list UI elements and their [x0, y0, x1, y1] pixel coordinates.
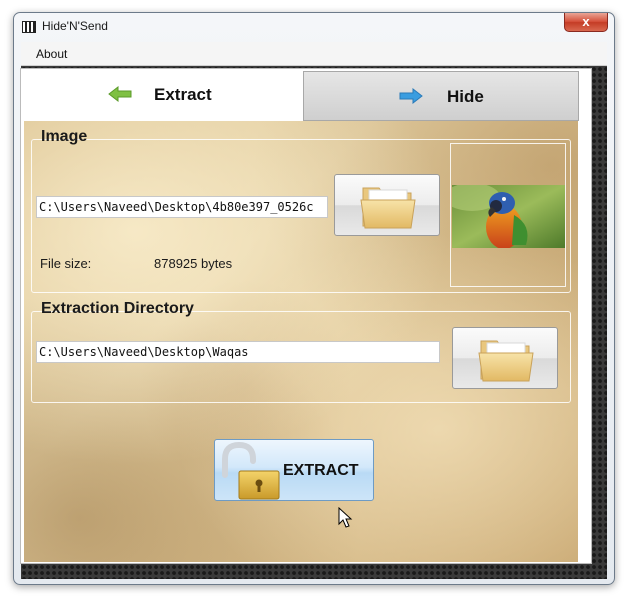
close-icon: x	[582, 14, 590, 29]
title-bar[interactable]: Hide'N'Send x	[14, 13, 614, 41]
folder-icon	[478, 340, 534, 382]
browse-directory-button[interactable]	[452, 327, 558, 389]
extraction-path-field[interactable]: C:\Users\Naveed\Desktop\Waqas	[36, 341, 440, 363]
image-preview	[450, 143, 566, 287]
padlock-open-icon	[222, 441, 280, 500]
image-group: Image C:\Users\Naveed\Desktop\4b80e397_0…	[31, 128, 571, 293]
extraction-directory-title: Extraction Directory	[41, 300, 194, 317]
mouse-cursor-icon	[338, 507, 353, 528]
extraction-directory-group: Extraction Directory C:\Users\Naveed\Des…	[31, 300, 571, 403]
app-icon	[22, 21, 36, 33]
image-group-title: Image	[41, 128, 88, 145]
menu-bar: About	[21, 42, 607, 66]
file-size-label: File size:	[40, 256, 92, 271]
parrot-photo	[452, 185, 565, 248]
tab-extract[interactable]: Extract	[21, 69, 303, 121]
window-title: Hide'N'Send	[42, 19, 108, 33]
arrow-right-icon	[399, 88, 423, 104]
menu-about[interactable]: About	[36, 47, 67, 61]
extract-button[interactable]: EXTRACT	[214, 439, 374, 501]
tab-hide[interactable]: Hide	[303, 71, 579, 121]
extract-button-label: EXTRACT	[283, 462, 359, 479]
tab-panel: Extract Hide Image C:\Users\Naveed\Deskt…	[20, 68, 592, 564]
browse-image-button[interactable]	[334, 174, 440, 236]
image-path-field[interactable]: C:\Users\Naveed\Desktop\4b80e397_0526c	[36, 196, 328, 218]
tab-hide-label: Hide	[447, 87, 484, 106]
folder-icon	[360, 187, 416, 229]
file-size-value: 878925 bytes	[154, 256, 233, 271]
extract-page: Image C:\Users\Naveed\Desktop\4b80e397_0…	[24, 121, 578, 562]
arrow-left-icon	[108, 86, 132, 102]
close-button[interactable]: x	[564, 13, 608, 32]
tab-extract-label: Extract	[154, 85, 212, 104]
